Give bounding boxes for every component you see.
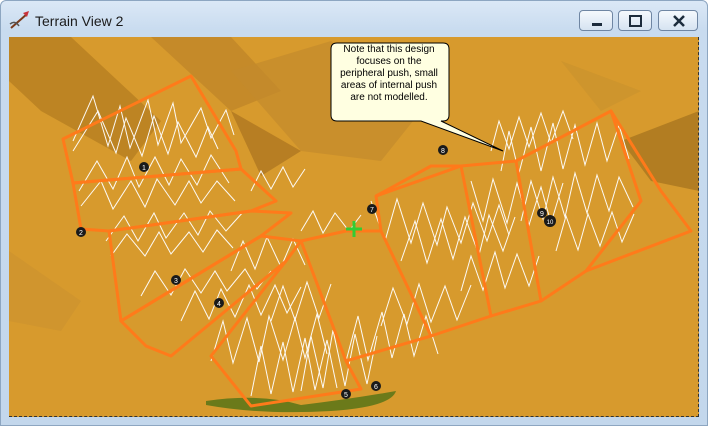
terrain-view-app-icon [9,11,29,29]
maximize-icon [629,15,642,27]
svg-text:5: 5 [344,392,348,399]
svg-text:8: 8 [441,148,445,155]
svg-text:2: 2 [79,230,83,237]
marker-6[interactable]: 6 [371,381,381,391]
svg-text:9: 9 [540,211,544,218]
window-title: Terrain View 2 [35,13,124,29]
close-button[interactable] [658,10,698,31]
title-bar[interactable]: Terrain View 2 [1,1,707,37]
marker-1[interactable]: 1 [139,162,149,172]
crosshair-cursor-icon [346,221,362,237]
svg-text:4: 4 [217,301,221,308]
minimize-button[interactable] [579,10,613,31]
marker-8[interactable]: 8 [438,145,448,155]
section-markers: 1 2 3 4 5 6 7 8 9 10 [76,145,556,399]
callout-text: Note that this design focuses on the per… [340,44,438,103]
marker-10[interactable]: 10 [544,215,556,227]
marker-2[interactable]: 2 [76,227,86,237]
svg-text:7: 7 [370,207,374,214]
marker-5[interactable]: 5 [341,389,351,399]
minimize-icon [592,23,602,26]
maximize-button[interactable] [618,10,652,31]
svg-text:3: 3 [174,278,178,285]
marker-7[interactable]: 7 [367,204,377,214]
terrain-view-window: Terrain View 2 1 2 3 4 5 6 7 8 9 10 Note… [0,0,708,426]
svg-text:6: 6 [374,384,378,391]
svg-text:1: 1 [142,165,146,172]
marker-4[interactable]: 4 [214,298,224,308]
vegetation-patch [206,391,396,413]
marker-9[interactable]: 9 [537,208,547,218]
close-icon [673,15,685,27]
svg-text:10: 10 [547,220,554,226]
marker-3[interactable]: 3 [171,275,181,285]
